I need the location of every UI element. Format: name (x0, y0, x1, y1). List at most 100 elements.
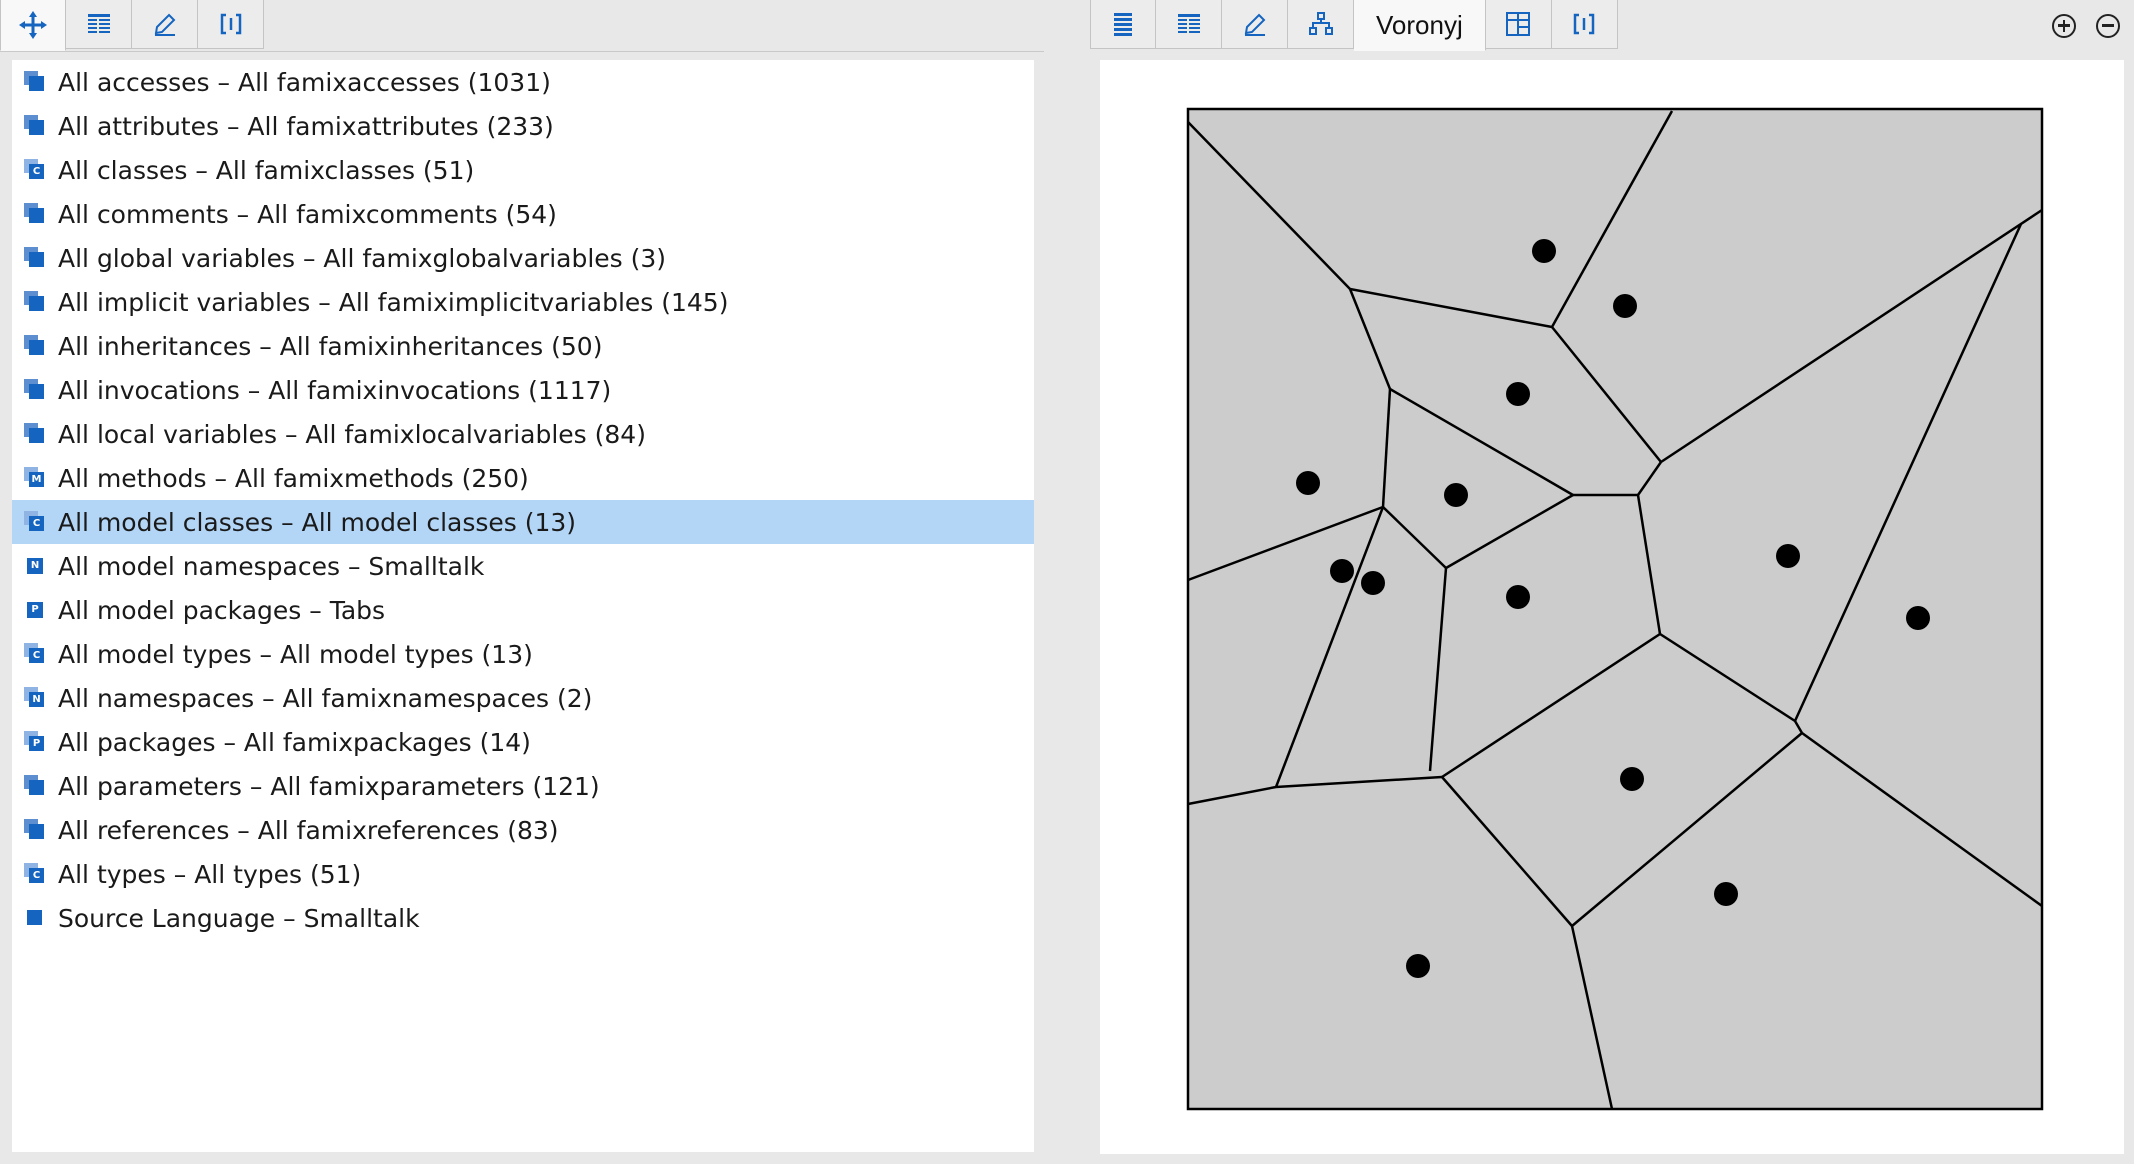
list-item-label: All references – All famixreferences (83… (58, 815, 559, 845)
tab-items[interactable] (1090, 0, 1156, 49)
voronoi-site (1613, 294, 1637, 318)
group-icon (24, 71, 46, 93)
list-icon (1114, 13, 1132, 36)
group-icon (24, 379, 46, 401)
group-icon (24, 335, 46, 357)
group-list[interactable]: All accesses – All famixaccesses (1031) A… (12, 60, 1034, 1152)
tab-raw[interactable] (198, 0, 264, 49)
pencil-icon (154, 13, 175, 36)
right-tab-strip: Voronyj (1090, 0, 2134, 51)
group-icon (24, 247, 46, 269)
list-item-label: All namespaces – All famixnamespaces (2) (58, 683, 593, 713)
tab-table[interactable] (1156, 0, 1222, 49)
group-icon (24, 775, 46, 797)
square-icon (24, 907, 46, 929)
list-item-label: All packages – All famixpackages (14) (58, 727, 531, 757)
left-tab-strip (0, 0, 1044, 52)
list-item-label: All methods – All famixmethods (250) (58, 463, 529, 493)
group-icon (24, 291, 46, 313)
move-icon (19, 11, 47, 39)
list-item[interactable]: M All methods – All famixmethods (250) (12, 456, 1034, 500)
list-item[interactable]: All global variables – All famixglobalva… (12, 236, 1034, 280)
group-icon (24, 203, 46, 225)
list-item[interactable]: All comments – All famixcomments (54) (12, 192, 1034, 236)
list-item[interactable]: N All namespaces – All famixnamespaces (2… (12, 676, 1034, 720)
list-item-label: All attributes – All famixattributes (23… (58, 111, 554, 141)
tab-raw-right[interactable] (1551, 0, 1618, 49)
letter-m-icon: M (24, 467, 46, 489)
group-icon (24, 819, 46, 841)
letter-n-icon: N (24, 687, 46, 709)
letter-p-icon: P (24, 599, 46, 621)
voronoi-site (1330, 559, 1354, 583)
tab-grid[interactable] (1485, 0, 1552, 49)
voronoi-site (1620, 767, 1644, 791)
list-item-label: All model types – All model types (13) (58, 639, 533, 669)
list-item-label: All comments – All famixcomments (54) (58, 199, 557, 229)
pencil-icon (1244, 13, 1265, 36)
tab-edit[interactable] (132, 0, 198, 49)
list-item[interactable]: C All types – All types (51) (12, 852, 1034, 896)
tab-navigation[interactable] (0, 0, 66, 51)
list-item[interactable]: All invocations – All famixinvocations (… (12, 368, 1034, 412)
voronoi-site (1444, 483, 1468, 507)
list-item[interactable]: P All packages – All famixpackages (14) (12, 720, 1034, 764)
list-item-label: All model packages – Tabs (58, 595, 386, 625)
voronoi-site (1906, 606, 1930, 630)
list-item[interactable]: N All model namespaces – Smalltalk (12, 544, 1034, 588)
tree-icon (1308, 12, 1333, 35)
list-item[interactable]: All implicit variables – All famiximplic… (12, 280, 1034, 324)
list-item[interactable]: All parameters – All famixparameters (12… (12, 764, 1034, 808)
list-item[interactable]: All references – All famixreferences (83… (12, 808, 1034, 852)
list-item[interactable]: Source Language – Smalltalk (12, 896, 1034, 940)
voronoi-site (1532, 239, 1556, 263)
minimize-icon[interactable] (2096, 13, 2120, 38)
voronoi-site (1506, 382, 1530, 406)
voronoi-diagram (1186, 107, 2044, 1111)
tab-tree[interactable] (1288, 0, 1354, 49)
list-icon (87, 14, 110, 33)
brackets-icon (1573, 13, 1595, 35)
list-item-label: All model classes – All model classes (1… (58, 507, 577, 537)
list-item-label: All inheritances – All famixinheritances… (58, 331, 603, 361)
voronoi-site (1296, 471, 1320, 495)
tab-voronyj-label: Voronyj (1376, 9, 1463, 40)
letter-n-icon: N (24, 555, 46, 577)
list-item[interactable]: C All model types – All model types (13) (12, 632, 1034, 676)
letter-c-icon: C (24, 511, 46, 533)
letter-c-icon: C (24, 863, 46, 885)
voronoi-site (1776, 544, 1800, 568)
list-item[interactable]: All local variables – All famixlocalvari… (12, 412, 1034, 456)
group-icon (24, 115, 46, 137)
voronoi-site (1506, 585, 1530, 609)
maximize-icon[interactable] (2052, 13, 2076, 38)
list-item-label: All implicit variables – All famiximplic… (58, 287, 729, 317)
voronoi-site (1714, 882, 1738, 906)
tab-list[interactable] (66, 0, 132, 49)
list-item-label: All parameters – All famixparameters (12… (58, 771, 600, 801)
list-item-label: All model namespaces – Smalltalk (58, 551, 485, 581)
voronoi-site (1361, 571, 1385, 595)
grid-icon (1506, 12, 1531, 36)
brackets-icon (220, 13, 241, 35)
tab-edit-right[interactable] (1222, 0, 1288, 49)
list-item-label: All global variables – All famixglobalva… (58, 243, 667, 273)
letter-c-icon: C (24, 159, 46, 181)
letter-p-icon: P (24, 731, 46, 753)
list-item[interactable]: All inheritances – All famixinheritances… (12, 324, 1034, 368)
list-item-label: All accesses – All famixaccesses (1031) (58, 67, 551, 97)
group-icon (24, 423, 46, 445)
list-item[interactable]: C All classes – All famixclasses (51) (12, 148, 1034, 192)
letter-c-icon: C (24, 643, 46, 665)
list-item[interactable]: C All model classes – All model classes (… (12, 500, 1034, 544)
voronoi-site (1406, 954, 1430, 978)
list-item-label: All classes – All famixclasses (51) (58, 155, 475, 185)
list-item-label: All types – All types (51) (58, 859, 362, 889)
list-item-label: All invocations – All famixinvocations (… (58, 375, 612, 405)
list-item[interactable]: P All model packages – Tabs (12, 588, 1034, 632)
list-item[interactable]: All attributes – All famixattributes (23… (12, 104, 1034, 148)
list-item[interactable]: All accesses – All famixaccesses (1031) (12, 60, 1034, 104)
tab-voronyj[interactable]: Voronyj (1354, 0, 1486, 51)
list-item-label: Source Language – Smalltalk (58, 903, 420, 933)
window-controls (2052, 0, 2134, 51)
